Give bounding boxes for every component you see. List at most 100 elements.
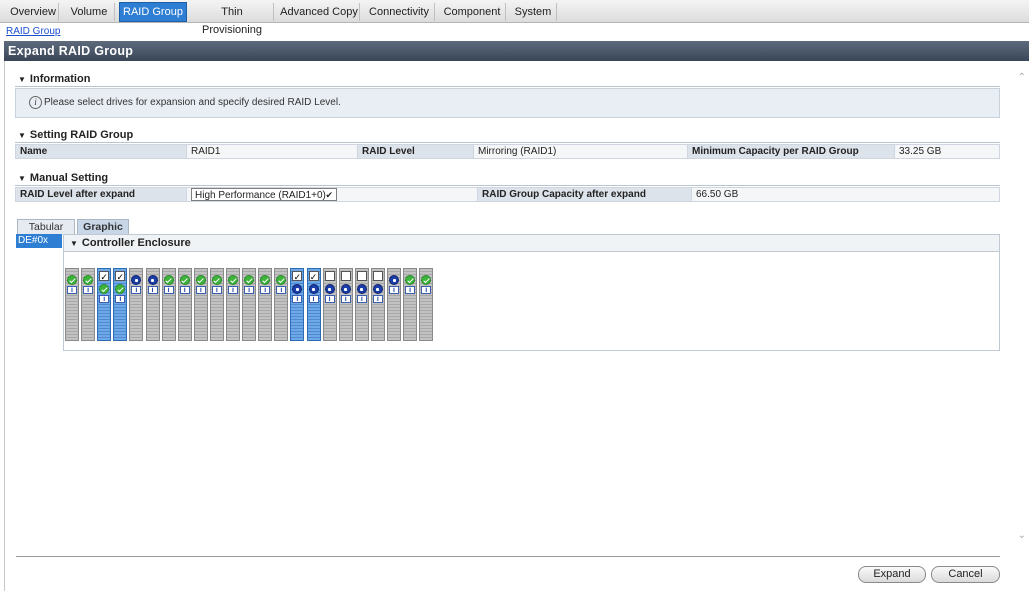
drive-info-icon[interactable]: i [389, 286, 399, 294]
drive-slot[interactable]: ✓ i [113, 268, 128, 341]
checkbox-icon[interactable] [356, 271, 367, 281]
drive-slot[interactable]: i [177, 268, 192, 341]
drive-slot[interactable]: i [419, 268, 434, 341]
information-section-title[interactable]: ▼ Information [18, 73, 90, 85]
checkbox-icon[interactable] [324, 271, 335, 281]
checkbox-checked-icon[interactable]: ✓ [115, 271, 126, 282]
drive-info-icon[interactable]: i [163, 286, 174, 294]
status-available-icon [131, 275, 142, 285]
drive-info-icon[interactable]: i [340, 295, 351, 303]
tab-raid-group[interactable]: RAID Group [119, 2, 187, 22]
drive-info-icon[interactable]: i [372, 295, 383, 303]
status-available-icon [324, 284, 335, 294]
drive-info-icon[interactable]: i [405, 286, 416, 294]
status-ok-icon [228, 275, 238, 285]
drive-info-icon[interactable]: i [421, 286, 432, 294]
status-ok-icon [195, 275, 206, 285]
drive-slot[interactable]: i [209, 268, 224, 341]
tab-thin-provisioning[interactable]: Thin Provisioning [191, 3, 274, 36]
tab-advanced-copy[interactable]: Advanced Copy [279, 3, 360, 21]
drive-slot[interactable]: ✓ i [306, 268, 321, 341]
drive-slot[interactable]: i [81, 268, 96, 341]
expand-button[interactable]: Expand [858, 566, 926, 583]
tab-volume[interactable]: Volume [64, 3, 115, 21]
name-value: RAID1 [186, 144, 358, 159]
capacity-after-label: RAID Group Capacity after expand [477, 187, 692, 202]
drive-info-icon[interactable]: i [83, 286, 94, 294]
drive-info-icon[interactable]: i [195, 286, 206, 294]
breadcrumb[interactable]: RAID Group [6, 26, 60, 37]
drive-info-icon[interactable]: i [67, 286, 77, 294]
min-capacity-value: 33.25 GB [894, 144, 1000, 159]
footer-divider [16, 556, 1000, 557]
drive-info-icon[interactable]: i [179, 286, 190, 294]
tab-component[interactable]: Component [439, 3, 506, 21]
status-ok-icon [244, 275, 255, 285]
checkbox-checked-icon[interactable]: ✓ [99, 271, 110, 282]
page-title: Expand RAID Group [4, 41, 1029, 61]
tab-connectivity[interactable]: Connectivity [364, 3, 435, 21]
drive-slot[interactable]: ✓ i [97, 268, 112, 341]
drive-slot[interactable]: i [161, 268, 176, 341]
drive-slot[interactable]: i [145, 268, 160, 341]
drive-info-icon[interactable]: i [260, 286, 271, 294]
drive-info-icon[interactable]: i [131, 286, 142, 294]
name-label: Name [15, 144, 187, 159]
drive-info-icon[interactable]: i [115, 295, 126, 303]
scroll-up-icon[interactable]: ⌃ [1018, 72, 1026, 83]
drive-info-icon[interactable]: i [147, 286, 158, 294]
drive-info-icon[interactable]: i [292, 295, 303, 303]
drive-slot[interactable]: i [65, 268, 79, 341]
checkbox-icon[interactable] [340, 271, 351, 281]
status-ok-icon [83, 275, 94, 285]
manual-section-title[interactable]: ▼ Manual Setting [18, 172, 108, 184]
status-ok-icon [115, 284, 126, 294]
drive-slot[interactable]: i [322, 268, 337, 341]
drive-info-icon[interactable]: i [324, 295, 335, 303]
raid-level-select[interactable]: High Performance (RAID1+0) ✔ [191, 188, 337, 201]
tab-graphic[interactable]: Graphic [77, 219, 129, 235]
drive-slot[interactable]: i [387, 268, 401, 341]
cancel-button[interactable]: Cancel [931, 566, 1000, 583]
top-tab-bar: Overview Volume RAID Group Thin Provisio… [0, 0, 1029, 36]
status-ok-icon [99, 284, 110, 294]
tab-overview[interactable]: Overview [8, 3, 59, 21]
section-divider [15, 142, 1000, 143]
manual-table: RAID Level after expand High Performance… [15, 187, 1000, 202]
drive-info-icon[interactable]: i [356, 295, 367, 303]
drive-slot[interactable]: i [129, 268, 144, 341]
enclosure-header[interactable]: ▼ Controller Enclosure [64, 235, 999, 252]
chevron-down-icon: ✔ [325, 190, 333, 200]
status-available-icon [147, 275, 158, 285]
drive-slot[interactable]: i [370, 268, 385, 341]
checkbox-icon[interactable] [372, 271, 383, 281]
status-ok-icon [179, 275, 190, 285]
drive-slot[interactable]: i [193, 268, 208, 341]
drive-slot[interactable]: i [354, 268, 369, 341]
drive-info-icon[interactable]: i [99, 295, 110, 303]
checkbox-checked-icon[interactable]: ✓ [308, 271, 319, 282]
setting-section-title[interactable]: ▼ Setting RAID Group [18, 129, 133, 141]
tab-system[interactable]: System [510, 3, 557, 21]
capacity-after-value: 66.50 GB [691, 187, 1000, 202]
drive-info-icon[interactable]: i [211, 286, 222, 294]
drive-slot[interactable]: i [258, 268, 273, 341]
drive-slot[interactable]: i [338, 268, 353, 341]
scroll-down-icon[interactable]: ⌄ [1018, 530, 1026, 541]
drive-slot[interactable]: ✓ i [290, 268, 305, 341]
drive-info-icon[interactable]: i [276, 286, 287, 294]
de-selector[interactable]: DE#0x [16, 234, 62, 248]
drive-slot[interactable]: i [242, 268, 257, 341]
drive-slot[interactable]: i [274, 268, 289, 341]
drive-slot[interactable]: i [403, 268, 418, 341]
status-available-icon [308, 284, 319, 294]
drive-info-icon[interactable]: i [244, 286, 255, 294]
drive-slot[interactable]: i [226, 268, 240, 341]
status-ok-icon [67, 275, 77, 285]
status-available-icon [389, 275, 399, 285]
drive-info-icon[interactable]: i [308, 295, 319, 303]
drive-info-icon[interactable]: i [228, 286, 238, 294]
tab-tabular[interactable]: Tabular [17, 219, 75, 235]
raid-level-after-cell: High Performance (RAID1+0) ✔ [186, 187, 478, 202]
checkbox-checked-icon[interactable]: ✓ [292, 271, 303, 282]
